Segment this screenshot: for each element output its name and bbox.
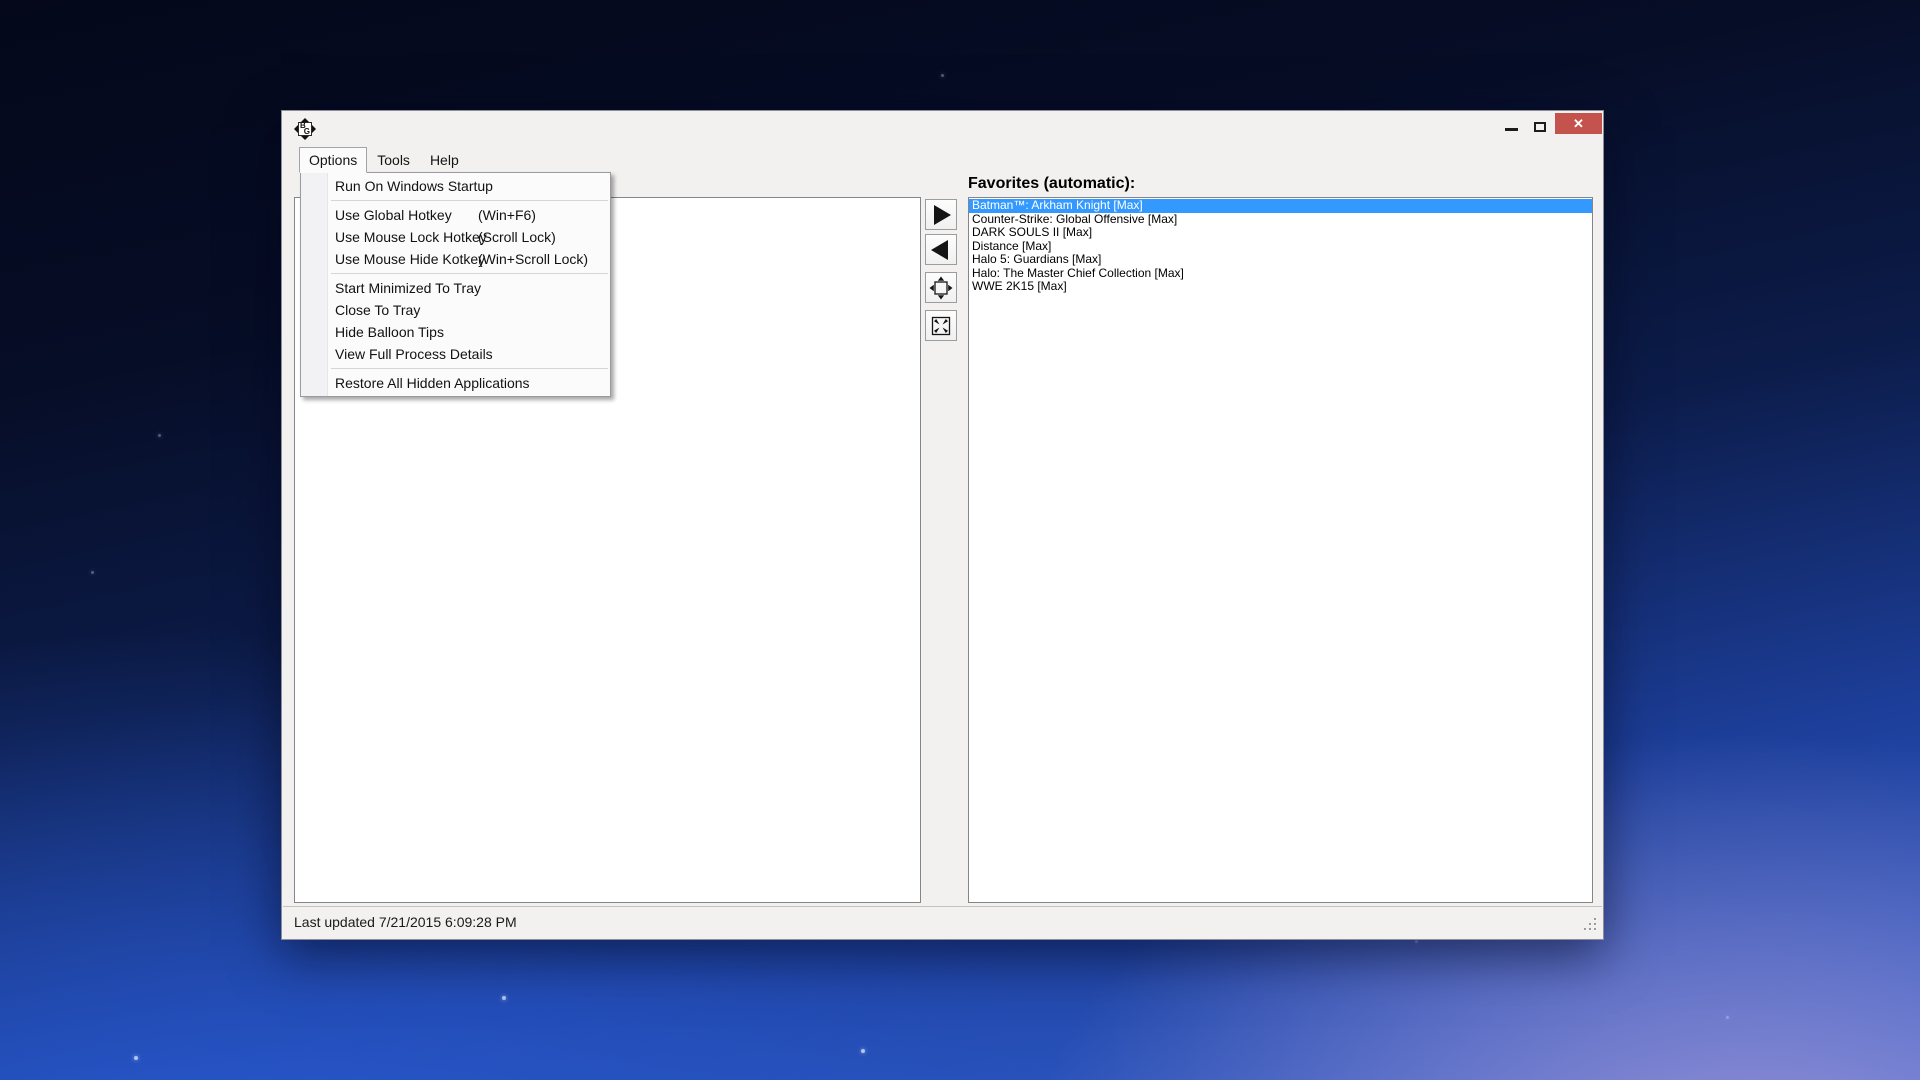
borderless-gaming-app-icon[interactable]: B G [294, 118, 316, 140]
menu-item[interactable]: Use Global Hotkey (Win+F6) [301, 204, 610, 226]
menu-item[interactable]: Hide Balloon Tips [301, 321, 610, 343]
menubar-item-label: Tools [377, 152, 410, 168]
star-speck [134, 1056, 138, 1060]
menubar-item[interactable]: Tools [367, 147, 420, 173]
favorites-item-text: WWE 2K15 [Max] [972, 280, 1067, 293]
arrows-corners-icon [929, 314, 953, 338]
app-icon-box: B G [298, 122, 312, 136]
arrow-right-icon [312, 125, 316, 133]
close-button[interactable]: ✕ [1555, 113, 1602, 134]
star-speck [158, 434, 161, 437]
star-speck [861, 1049, 865, 1053]
menu-item-shortcut: (Scroll Lock) [478, 226, 556, 248]
status-text: Last updated 7/21/2015 6:09:28 PM [294, 907, 517, 937]
menu-item-label: Use Mouse Hide Kotkey [335, 251, 485, 267]
menu-item[interactable]: Use Mouse Hide Kotkey (Win+Scroll Lock) [301, 248, 610, 270]
menu-item-shortcut: (Win+F6) [478, 204, 536, 226]
make-borderless-button[interactable] [925, 272, 957, 303]
favorites-item-text: Counter-Strike: Global Offensive [Max] [972, 213, 1177, 226]
menu-separator [331, 368, 608, 369]
options-dropdown-menu: Run On Windows Startup Use Global Hotkey… [300, 172, 611, 397]
menu-item-label: Restore All Hidden Applications [335, 375, 530, 391]
star-speck [1726, 1016, 1729, 1019]
menubar-item[interactable]: Help [420, 147, 469, 173]
favorites-list-item[interactable]: Batman™: Arkham Knight [Max] [969, 199, 1592, 213]
favorites-item-text: Halo: The Master Chief Collection [Max] [972, 267, 1184, 280]
favorites-item-text: Distance [Max] [972, 240, 1051, 253]
menu-separator [331, 273, 608, 274]
menu-item-shortcut: (Win+Scroll Lock) [478, 248, 588, 270]
status-bar: Last updated 7/21/2015 6:09:28 PM [283, 906, 1602, 937]
app-window: B G ✕ Options Tools Help Run On Windows … [281, 110, 1604, 940]
menu-bar: Options Tools Help [299, 147, 469, 173]
favorites-item-text: Halo 5: Guardians [Max] [972, 253, 1101, 266]
favorites-listbox[interactable]: Batman™: Arkham Knight [Max] Counter-Str… [968, 197, 1593, 903]
favorites-list-item[interactable]: Halo 5: Guardians [Max] [969, 253, 1592, 267]
minimize-button[interactable] [1505, 128, 1518, 131]
menu-item[interactable]: View Full Process Details [301, 343, 610, 365]
menubar-item-label: Options [309, 152, 357, 168]
menu-item-label: Close To Tray [335, 302, 420, 318]
menu-item-label: View Full Process Details [335, 346, 493, 362]
resize-grip[interactable] [1583, 917, 1597, 931]
menu-item[interactable]: Start Minimized To Tray [301, 277, 610, 299]
menu-separator [331, 200, 608, 201]
favorites-item-text: DARK SOULS II [Max] [972, 226, 1092, 239]
fullscreen-button[interactable] [925, 310, 957, 341]
star-speck [1415, 940, 1418, 943]
add-to-favorites-button[interactable] [925, 199, 957, 230]
favorites-item-text: Batman™: Arkham Knight [Max] [972, 199, 1143, 212]
star-speck [502, 996, 506, 1000]
star-speck [941, 74, 944, 77]
arrow-left-icon [931, 240, 948, 260]
favorites-list-item[interactable]: Halo: The Master Chief Collection [Max] [969, 267, 1592, 281]
menu-item[interactable]: Close To Tray [301, 299, 610, 321]
menu-item[interactable]: Restore All Hidden Applications [301, 372, 610, 394]
menubar-item-label: Help [430, 152, 459, 168]
menubar-item[interactable]: Options [299, 147, 367, 173]
title-bar[interactable]: B G ✕ [282, 111, 1603, 147]
favorites-list-item[interactable]: Counter-Strike: Global Offensive [Max] [969, 213, 1592, 227]
arrows-out-icon [929, 276, 953, 300]
favorites-list-item[interactable]: Distance [Max] [969, 240, 1592, 254]
menu-item-label: Hide Balloon Tips [335, 324, 444, 340]
menu-item[interactable]: Run On Windows Startup [301, 175, 610, 197]
favorites-list-item[interactable]: WWE 2K15 [Max] [969, 280, 1592, 294]
star-speck [91, 571, 94, 574]
favorites-label: Favorites (automatic): [968, 175, 1135, 193]
menu-item-label: Use Mouse Lock Hotkey [335, 229, 487, 245]
favorites-list-item[interactable]: DARK SOULS II [Max] [969, 226, 1592, 240]
remove-from-favorites-button[interactable] [925, 234, 957, 265]
menu-item-label: Run On Windows Startup [335, 178, 493, 194]
close-icon: ✕ [1573, 117, 1584, 130]
menu-item-label: Start Minimized To Tray [335, 280, 481, 296]
arrow-right-icon [934, 205, 951, 225]
menu-item[interactable]: Use Mouse Lock Hotkey (Scroll Lock) [301, 226, 610, 248]
maximize-button[interactable] [1534, 122, 1546, 132]
arrow-down-icon [301, 136, 309, 140]
app-icon-letter-g: G [304, 128, 310, 136]
menu-item-label: Use Global Hotkey [335, 207, 452, 223]
